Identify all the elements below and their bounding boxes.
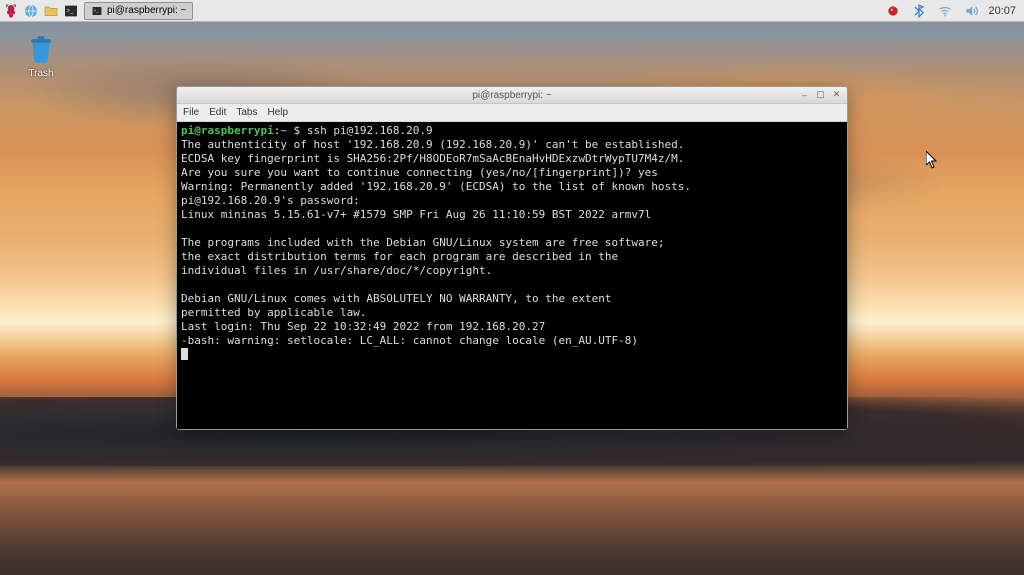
menu-edit[interactable]: Edit	[209, 107, 226, 118]
taskbar-task-terminal[interactable]: >_ pi@raspberrypi: ~	[84, 2, 193, 20]
menu-help[interactable]: Help	[267, 107, 288, 118]
terminal-output[interactable]: pi@raspberrypi:~ $ ssh pi@192.168.20.9 T…	[177, 122, 847, 429]
terminal-launcher-icon[interactable]: >_	[62, 2, 80, 20]
filemanager-icon[interactable]	[42, 2, 60, 20]
trash-desktop-icon[interactable]: Trash	[18, 32, 64, 79]
taskbar: >_ >_ pi@raspberrypi: ~ 20:07	[0, 0, 1024, 22]
window-titlebar[interactable]: pi@raspberrypi: ~ ‒ ▢ ✕	[177, 87, 847, 104]
window-title: pi@raspberrypi: ~	[472, 90, 551, 101]
menu-file[interactable]: File	[183, 107, 199, 118]
window-minimize-button[interactable]: ‒	[798, 88, 811, 101]
browser-icon[interactable]	[22, 2, 40, 20]
menu-tabs[interactable]: Tabs	[236, 107, 257, 118]
menu-icon[interactable]	[2, 2, 20, 20]
svg-text:>_: >_	[94, 8, 100, 13]
bluetooth-icon[interactable]	[910, 2, 928, 20]
window-menubar: File Edit Tabs Help	[177, 104, 847, 122]
wifi-icon[interactable]	[936, 2, 954, 20]
taskbar-task-label: pi@raspberrypi: ~	[107, 5, 186, 16]
clock[interactable]: 20:07	[988, 5, 1016, 17]
record-icon[interactable]	[884, 2, 902, 20]
trash-label: Trash	[28, 68, 53, 79]
trash-icon	[24, 32, 58, 66]
volume-icon[interactable]	[962, 2, 980, 20]
svg-text:>_: >_	[66, 8, 74, 14]
terminal-window: pi@raspberrypi: ~ ‒ ▢ ✕ File Edit Tabs H…	[176, 86, 848, 430]
window-close-button[interactable]: ✕	[830, 88, 843, 101]
window-maximize-button[interactable]: ▢	[814, 88, 827, 101]
